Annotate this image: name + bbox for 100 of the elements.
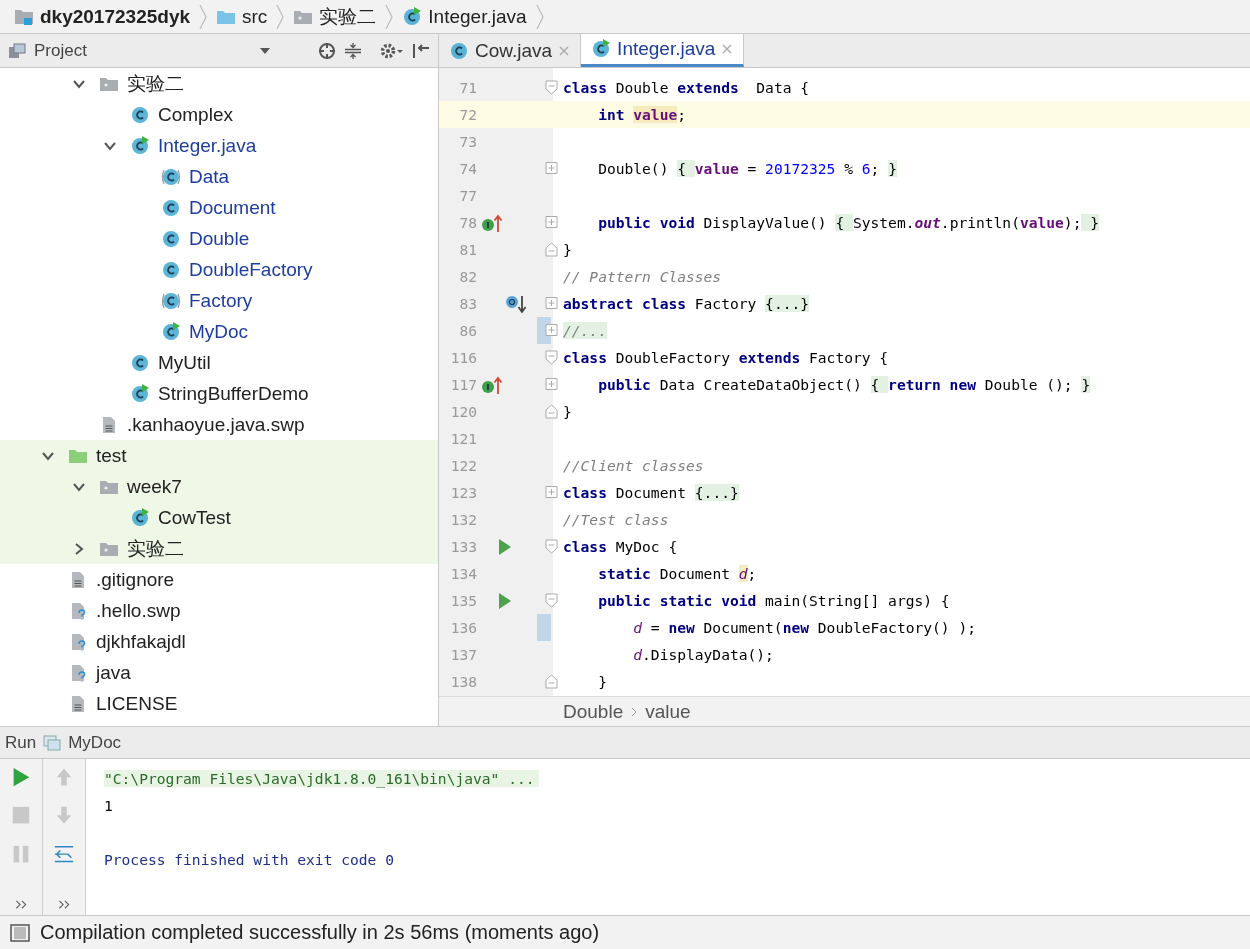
line-number: 83: [458, 295, 477, 312]
close-icon[interactable]: [558, 44, 571, 57]
tree-item[interactable]: djkhfakajdl: [96, 630, 186, 653]
fold-open-icon[interactable]: [545, 350, 558, 365]
status-panel-icon[interactable]: [10, 922, 30, 943]
tree-item[interactable]: Factory: [189, 289, 253, 312]
code-breadcrumb-item[interactable]: value: [645, 700, 691, 723]
code-line: class Double extends Data {: [563, 79, 811, 96]
line-number: 117: [449, 376, 477, 393]
code-breadcrumb-item[interactable]: Double: [563, 700, 624, 723]
code-line: static Document d;: [597, 565, 758, 582]
hide-panel-icon[interactable]: [412, 41, 430, 60]
tool-window-title: Run: [5, 732, 37, 753]
console-exit-message: Process finished with exit code 0: [104, 851, 394, 868]
tree-item[interactable]: .kanhaoyue.java.swp: [127, 413, 305, 436]
chevron-icon: [198, 3, 208, 30]
settings-icon[interactable]: [380, 41, 404, 60]
line-number: 77: [458, 187, 477, 204]
line-number: 116: [449, 349, 477, 366]
tree-item[interactable]: Complex: [158, 103, 233, 126]
chevron-icon: [631, 705, 638, 718]
overridden-marker-icon[interactable]: [505, 293, 529, 314]
expand-fold-icon[interactable]: [545, 161, 558, 176]
tree-item[interactable]: CowTest: [158, 506, 231, 529]
line-number: 74: [458, 160, 477, 177]
tree-item[interactable]: test: [96, 444, 127, 467]
more-icon[interactable]: [14, 899, 28, 909]
run-tab[interactable]: MyDoc: [68, 732, 122, 753]
close-icon[interactable]: [721, 43, 734, 55]
line-number: 81: [458, 241, 477, 258]
line-number: 82: [458, 268, 477, 285]
code-line: int value;: [597, 106, 688, 123]
breadcrumb-item[interactable]: Integer.java: [428, 5, 527, 28]
code-line: //Test class: [563, 511, 670, 528]
tree-item[interactable]: Integer.java: [158, 134, 257, 157]
tree-item[interactable]: DoubleFactory: [189, 258, 313, 281]
line-number: 135: [449, 592, 477, 609]
tree-item[interactable]: .hello.swp: [96, 599, 181, 622]
stop-icon[interactable]: [10, 805, 32, 826]
line-number: 137: [449, 646, 477, 663]
collapse-all-icon[interactable]: [344, 41, 362, 60]
line-number: 132: [449, 511, 477, 528]
tree-item[interactable]: MyDoc: [189, 320, 249, 343]
expand-fold-icon[interactable]: [545, 485, 558, 500]
line-number: 72: [458, 106, 477, 123]
code-line: Double() { value = 20172325 % 6; }: [597, 160, 898, 177]
breadcrumb-item[interactable]: 实验二: [319, 3, 377, 30]
tree-item[interactable]: LICENSE: [96, 692, 178, 715]
chevron-icon: [534, 3, 545, 30]
fold-open-icon[interactable]: [545, 80, 558, 95]
tree-item[interactable]: Data: [189, 165, 230, 188]
tree-item[interactable]: week7: [127, 475, 182, 498]
editor-tab[interactable]: Integer.java: [581, 34, 745, 67]
fold-end-icon[interactable]: [545, 674, 558, 689]
project-view-icon: [8, 41, 26, 60]
line-number: 73: [458, 133, 477, 150]
line-number: 71: [458, 79, 477, 96]
code-line: }: [563, 241, 573, 258]
code-line: class DoubleFactory extends Factory {: [563, 349, 890, 366]
tree-item[interactable]: .gitignore: [96, 568, 175, 591]
line-number: 86: [458, 322, 477, 339]
soft-wrap-icon[interactable]: [53, 843, 75, 864]
tree-item[interactable]: Double: [189, 227, 250, 250]
breadcrumb-item[interactable]: dky20172325dyk: [40, 5, 190, 28]
expand-fold-icon[interactable]: [545, 296, 558, 311]
status-message: Compilation completed successfully in 2s 56ms (moments ago): [40, 921, 600, 944]
code-line: }: [597, 673, 608, 690]
fold-end-icon[interactable]: [545, 242, 558, 257]
line-number: 120: [449, 403, 477, 420]
expand-fold-icon[interactable]: [545, 215, 558, 230]
code-line: public static void main(String[] args) {: [597, 592, 951, 609]
implements-marker-icon[interactable]: [481, 212, 505, 233]
fold-open-icon[interactable]: [545, 593, 558, 608]
tree-item[interactable]: StringBufferDemo: [158, 382, 309, 405]
expand-fold-icon[interactable]: [545, 323, 558, 338]
fold-end-icon[interactable]: [545, 404, 558, 419]
panel-title: Project: [34, 40, 87, 61]
line-number: 122: [449, 457, 477, 474]
line-number: 121: [449, 430, 477, 447]
fold-open-icon[interactable]: [545, 539, 558, 554]
tree-item[interactable]: java: [96, 661, 131, 684]
code-line: d = new Document(new DoubleFactory() );: [632, 619, 977, 636]
more-icon[interactable]: [57, 899, 71, 909]
code-line: }: [563, 403, 573, 420]
run-icon[interactable]: [497, 536, 513, 557]
chevron-icon: [275, 3, 286, 30]
code-line: public Data CreateDataObject() { return new Double (); }: [597, 376, 1092, 393]
line-number: 123: [449, 484, 477, 501]
tree-item[interactable]: 实验二: [127, 70, 184, 97]
tree-item[interactable]: Document: [189, 196, 276, 219]
breadcrumb-item[interactable]: src: [242, 5, 268, 28]
tree-item[interactable]: 实验二: [127, 535, 184, 562]
run-icon[interactable]: [497, 590, 513, 611]
tree-item[interactable]: MyUtil: [158, 351, 211, 374]
implements-marker-icon[interactable]: [481, 374, 505, 395]
code-line: // Pattern Classes: [563, 268, 723, 285]
locate-icon[interactable]: [318, 41, 336, 60]
code-line: //Client classes: [563, 457, 705, 474]
expand-fold-icon[interactable]: [545, 377, 558, 392]
line-number: 138: [449, 673, 477, 690]
